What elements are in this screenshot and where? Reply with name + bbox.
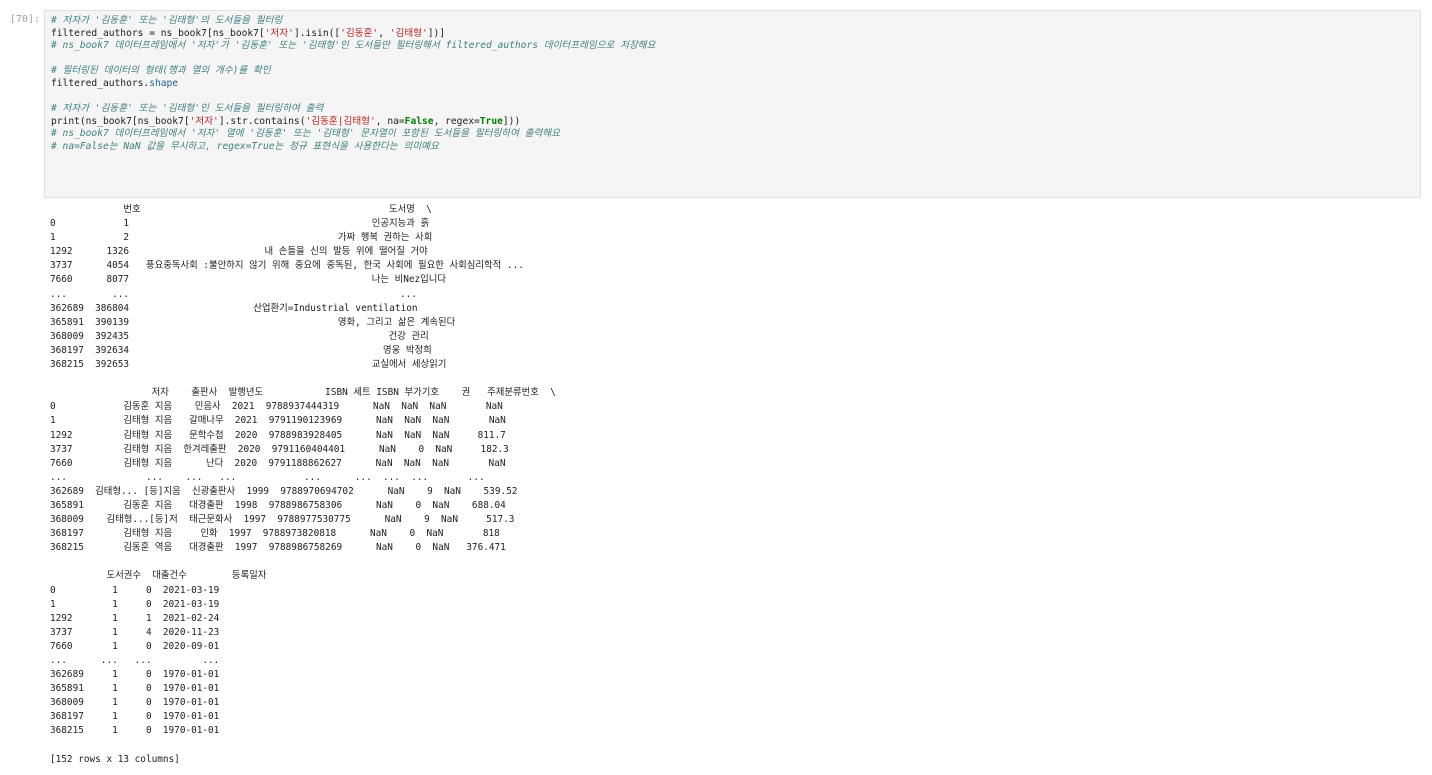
code-token: # 저자가 '김동훈' 또는 '김태형'인 도서들을 필터링하여 출력: [51, 103, 324, 115]
code-token: # 저자가 '김동훈' 또는 '김태형'의 도서들을 필터링: [51, 15, 283, 26]
code-token: ])]: [427, 27, 446, 39]
code-token: # ns_book7 데이터프레임에서 '저자'가 '김동훈' 또는 '김태형'…: [51, 40, 656, 52]
output-line: 368009 392435 건강 관리: [50, 330, 429, 342]
code-token: , na=: [375, 115, 405, 127]
code-token: ,: [378, 27, 390, 39]
output-line: 1 1 0 2021-03-19: [50, 598, 220, 610]
output-line: 365891 1 0 1970-01-01: [50, 683, 220, 695]
code-line: # 저자가 '김동훈' 또는 '김태형'인 도서들을 필터링하여 출력: [51, 103, 1420, 116]
code-line: # 필터링된 데이터의 형태(행과 열의 개수)를 확인: [51, 65, 1420, 78]
output-line: 7660 1 0 2020-09-01: [50, 640, 220, 652]
output-line: 368215 김동훈 역음 대경출판 1997 9788986758269 Na…: [50, 542, 506, 554]
output-line: 368009 김태형...[등]저 태근문화사 1997 97889775307…: [50, 514, 515, 526]
code-token: shape: [149, 77, 179, 89]
code-token: # ns_book7 데이터프레임에서 '저자' 열에 '김동훈' 또는 '김태…: [51, 128, 560, 140]
output-line: 3737 김태형 지음 한겨레출판 2020 9791160404401 NaN…: [50, 443, 509, 455]
code-line: filtered_authors.shape: [51, 78, 1420, 91]
code-line: # ns_book7 데이터프레임에서 '저자'가 '김동훈' 또는 '김태형'…: [51, 40, 1420, 53]
output-line: 도서권수 대출건수 등록일자: [50, 570, 267, 582]
output-line: 368009 1 0 1970-01-01: [50, 697, 220, 709]
code-token: filtered_authors = ns_book7[ns_book7[: [51, 27, 265, 39]
execution-count-prompt: [70]:: [9, 14, 40, 25]
output-line: 1 2 가짜 행복 권하는 사회: [50, 232, 433, 244]
code-editor[interactable]: # 저자가 '김동훈' 또는 '김태형'의 도서들을 필터링 filtered_a…: [44, 10, 1421, 198]
code-text[interactable]: # 저자가 '김동훈' 또는 '김태형'의 도서들을 필터링 filtered_a…: [45, 11, 1420, 154]
output-line: 3737 1 4 2020-11-23: [50, 626, 220, 638]
code-line: # ns_book7 데이터프레임에서 '저자' 열에 '김동훈' 또는 '김태…: [51, 128, 1420, 141]
output-line: 368215 392653 교실에서 세상읽기: [50, 359, 447, 371]
code-token: ].isin([: [293, 27, 341, 39]
code-token: '김동훈|김태형': [305, 115, 376, 127]
output-line: 362689 1 0 1970-01-01: [50, 669, 220, 681]
output-line: 7660 김태형 지음 난다 2020 9791188862627 NaN Na…: [50, 457, 506, 469]
output-line: 1 김태형 지음 갈매나무 2021 9791190123969 NaN NaN…: [50, 415, 506, 427]
output-line: 3737 4054 풍요중독사회 :불안하지 않기 위해 중요에 중독된, 한국…: [50, 260, 524, 272]
code-line: # 저자가 '김동훈' 또는 '김태형'의 도서들을 필터링: [51, 15, 1420, 28]
code-token: ])): [502, 115, 521, 127]
code-token: # 필터링된 데이터의 형태(행과 열의 개수)를 확인: [51, 65, 271, 77]
output-line: 368197 392634 영웅 박정희: [50, 344, 432, 356]
output-line: 0 김동훈 지음 민음사 2021 9788937444319 NaN NaN …: [50, 401, 503, 413]
code-token: '저자': [189, 115, 219, 127]
output-line: 362689 김태형... [등]지음 신광출판사 1999 978897069…: [50, 485, 518, 497]
output-line: 365891 390139 영화, 그리고 삶은 계속된다: [50, 316, 456, 328]
output-line: ... ... ... ... ... ... ... ... ...: [50, 471, 485, 483]
output-line: 362689 386804 산업환기=Industrial ventilatio…: [50, 302, 418, 314]
output-line: 368197 1 0 1970-01-01: [50, 711, 220, 723]
output-line: 368197 김태형 지음 인화 1997 9788973820818 NaN …: [50, 528, 500, 540]
output-line: 368215 1 0 1970-01-01: [50, 725, 220, 737]
output-line: 0 1 0 2021-03-19: [50, 584, 220, 596]
output-line: 1292 1326 내 손들을 신의 발등 위에 떨어질 거야: [50, 246, 428, 258]
code-token: True: [479, 115, 503, 127]
code-token: filtered_authors.: [51, 77, 150, 89]
output-line: 번호 도서명 \: [50, 204, 432, 215]
cell-output: 번호 도서명 \ 0 1 인공지능과 흙 1 2 가짜 행복 권하는 사회 1292 …: [50, 203, 556, 767]
output-line: 1292 김태형 지음 문학수첩 2020 9788983928405 NaN …: [50, 429, 506, 441]
code-token: '김태형': [389, 27, 428, 39]
output-line: 1292 1 1 2021-02-24: [50, 612, 220, 624]
code-token: ].str.contains(: [218, 115, 306, 127]
output-line: [152 rows x 13 columns]: [50, 753, 180, 765]
output-line: ... ... ... ...: [50, 655, 220, 666]
code-line: filtered_authors = ns_book7[ns_book7['저자…: [51, 28, 1420, 41]
code-token: # na=False는 NaN 값을 무시하고, regex=True는 정규 …: [51, 140, 439, 152]
output-line: ... ... ...: [50, 288, 417, 300]
output-line: 저자 출판사 발행년도 ISBN 세트 ISBN 부가기호 권 주제분류번호 \: [50, 387, 556, 399]
code-token: False: [404, 115, 434, 127]
code-line: # na=False는 NaN 값을 무시하고, regex=True는 정규 …: [51, 141, 1420, 154]
output-line: 365891 김동훈 지음 대경출판 1998 9788986758306 Na…: [50, 499, 506, 511]
code-token: '저자': [264, 27, 294, 39]
code-token: print(ns_book7[ns_book7[: [51, 115, 190, 127]
output-line: 7660 8077 나는 비Nez입니다: [50, 274, 447, 286]
code-token: '김동훈': [340, 27, 379, 39]
output-line: 0 1 인공지능과 흙: [50, 218, 430, 230]
code-line: print(ns_book7[ns_book7['저자'].str.contai…: [51, 116, 1420, 129]
code-token: , regex=: [433, 115, 480, 127]
